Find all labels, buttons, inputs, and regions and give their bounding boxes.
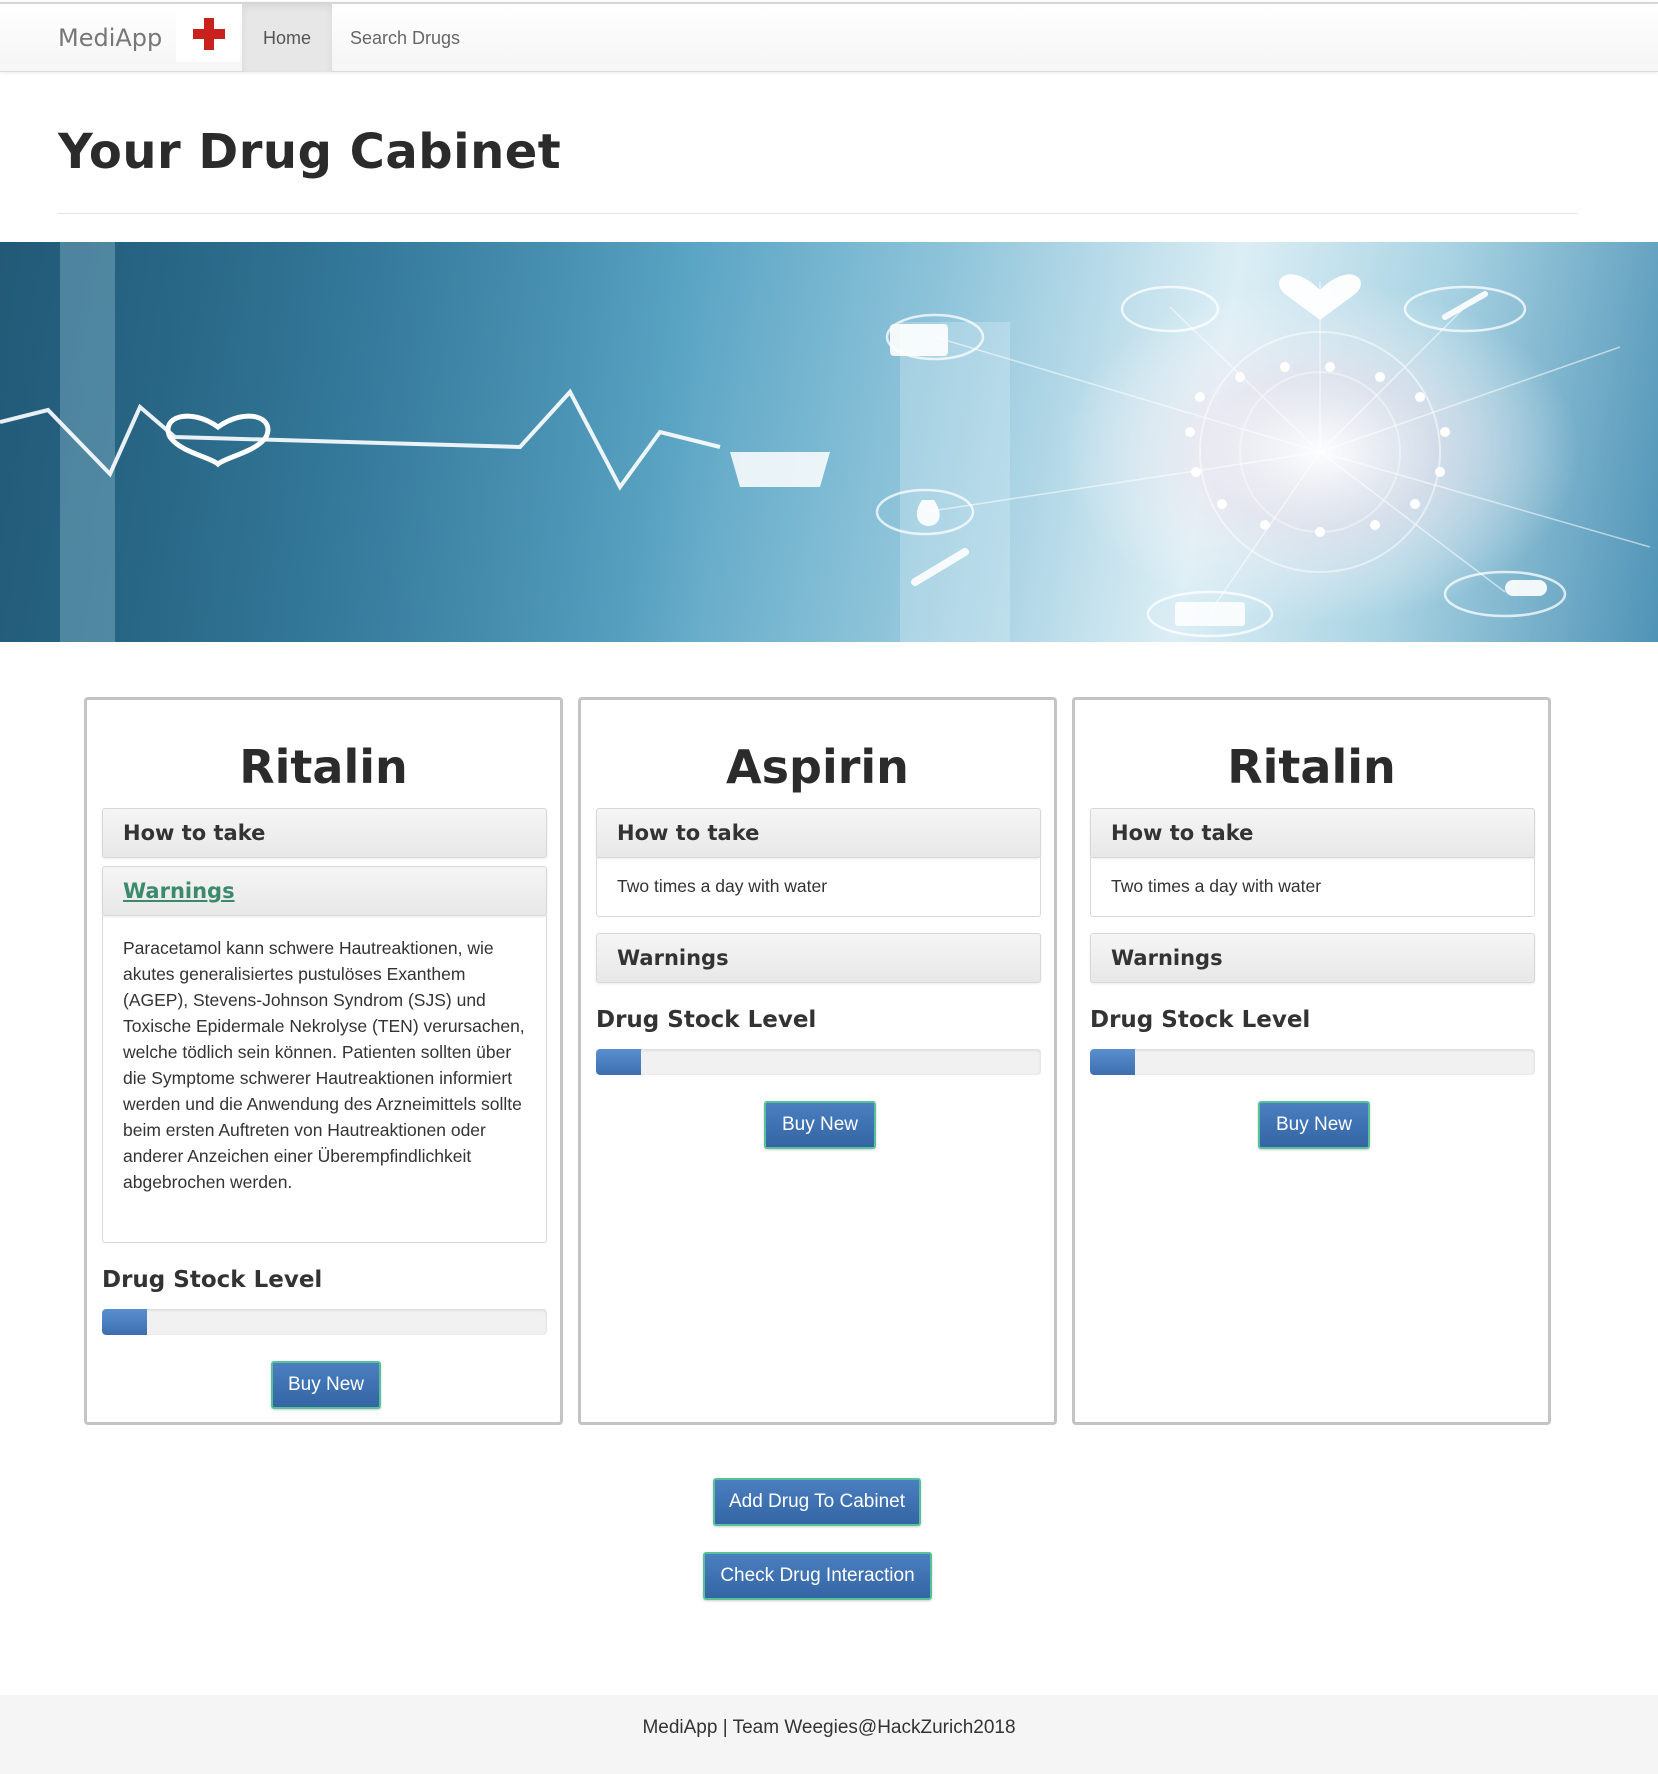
stock-progress-fill — [1090, 1049, 1135, 1075]
stock-progress-fill — [102, 1309, 147, 1335]
buy-new-button[interactable]: Buy New — [271, 1361, 381, 1409]
footer: MediApp | Team Weegies@HackZurich2018 — [0, 1695, 1658, 1774]
how-to-take-text: Two times a day with water — [1090, 857, 1535, 917]
stock-progress-bar — [102, 1309, 547, 1335]
stock-level-label: Drug Stock Level — [102, 1267, 323, 1293]
how-to-take-header[interactable]: How to take — [1090, 808, 1535, 858]
buy-new-button[interactable]: Buy New — [1258, 1101, 1370, 1149]
stock-progress-bar — [596, 1049, 1041, 1075]
medical-network-icons — [0, 242, 1651, 642]
add-drug-button[interactable]: Add Drug To Cabinet — [713, 1478, 921, 1526]
stock-level-label: Drug Stock Level — [596, 1007, 817, 1033]
nav-search-drugs[interactable]: Search Drugs — [350, 4, 460, 72]
red-cross-icon — [176, 4, 240, 62]
title-divider — [58, 213, 1578, 214]
drug-name: Aspirin — [726, 740, 909, 794]
hero-banner — [0, 242, 1658, 642]
stock-progress-bar — [1090, 1049, 1535, 1075]
warnings-header[interactable]: Warnings — [1090, 933, 1535, 983]
check-drug-interaction-button[interactable]: Check Drug Interaction — [703, 1552, 932, 1600]
warnings-text: Paracetamol kann schwere Hautreaktionen,… — [102, 915, 547, 1243]
stock-level-label: Drug Stock Level — [1090, 1007, 1311, 1033]
footer-text: MediApp | Team Weegies@HackZurich2018 — [642, 1717, 1016, 1738]
drug-card: Ritalin How to take Warnings Paracetamol… — [84, 697, 563, 1425]
brand-link[interactable]: MediApp — [58, 4, 162, 72]
buy-new-button[interactable]: Buy New — [764, 1101, 876, 1149]
warnings-header[interactable]: Warnings — [102, 866, 547, 916]
page-title: Your Drug Cabinet — [58, 124, 562, 180]
drug-name: Ritalin — [1227, 740, 1396, 794]
how-to-take-header[interactable]: How to take — [102, 808, 547, 858]
drug-card: Ritalin How to take Two times a day with… — [1072, 697, 1551, 1425]
drug-card: Aspirin How to take Two times a day with… — [578, 697, 1057, 1425]
warnings-header[interactable]: Warnings — [596, 933, 1041, 983]
how-to-take-text: Two times a day with water — [596, 857, 1041, 917]
drug-name: Ritalin — [239, 740, 408, 794]
stock-progress-fill — [596, 1049, 641, 1075]
navbar: MediApp Home Search Drugs — [0, 2, 1658, 72]
nav-home[interactable]: Home — [242, 4, 332, 72]
how-to-take-header[interactable]: How to take — [596, 808, 1041, 858]
